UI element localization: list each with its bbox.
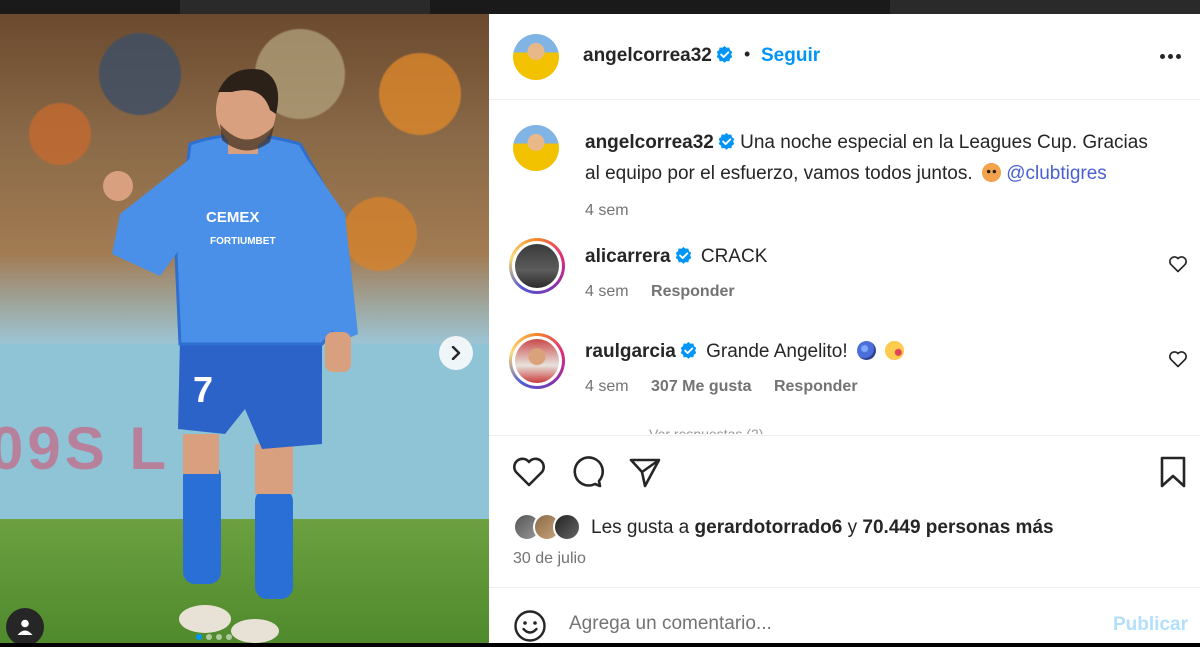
author-name-row: angelcorrea32 xyxy=(583,45,733,67)
post-actions: Les gusta a gerardotorrado6 y 70.449 per… xyxy=(489,435,1200,645)
comment-input[interactable] xyxy=(569,606,1089,642)
comment-text: CRACK xyxy=(700,246,768,267)
chevron-right-icon xyxy=(451,346,461,360)
verified-icon xyxy=(675,247,691,264)
carousel-dot xyxy=(226,634,232,640)
kiss-emoji-icon xyxy=(885,341,905,360)
comment-time: 4 sem xyxy=(585,378,629,395)
caption-text-block: angelcorrea32 Una noche especial en la L… xyxy=(585,127,1165,189)
commenter-username[interactable]: raulgarcia xyxy=(585,341,676,362)
more-options-button[interactable] xyxy=(1157,46,1183,66)
liker-username[interactable]: gerardotorrado6 xyxy=(695,517,843,538)
author-username[interactable]: angelcorrea32 xyxy=(583,45,712,66)
player-right-boot xyxy=(231,619,279,643)
user-tag-icon xyxy=(17,619,33,635)
caption-mention-link[interactable]: @clubtigres xyxy=(1006,163,1107,184)
emoji-picker-button[interactable] xyxy=(513,609,547,643)
header-separator: • xyxy=(744,44,751,64)
carousel-dot xyxy=(216,634,222,640)
publish-button[interactable]: Publicar xyxy=(1113,614,1188,636)
carousel-indicators xyxy=(196,634,232,640)
comment-icon xyxy=(573,456,604,488)
commenter-username[interactable]: alicarrera xyxy=(585,246,671,267)
comments-list[interactable]: angelcorrea32 Una noche especial en la L… xyxy=(489,101,1200,435)
caption-author-username[interactable]: angelcorrea32 xyxy=(585,132,714,153)
comment-meta: 4 sem Responder xyxy=(585,283,735,301)
post-details-panel: angelcorrea32 • Seguir angelcorrea32 Una… xyxy=(489,14,1200,643)
comment-text: Grande Angelito! xyxy=(706,341,848,362)
view-replies-link[interactable]: Ver respuestas (2) xyxy=(649,426,763,434)
caption-time: 4 sem xyxy=(585,202,629,219)
carousel-dot xyxy=(206,634,212,640)
like-comment-button[interactable] xyxy=(1167,254,1189,276)
verified-icon xyxy=(718,133,735,150)
save-button[interactable] xyxy=(1155,454,1191,490)
likes-text: Les gusta a gerardotorrado6 y 70.449 per… xyxy=(591,517,1054,539)
like-button[interactable] xyxy=(511,454,547,490)
jersey-sponsor-2: FORTIUMBET xyxy=(210,236,276,247)
comment-composer: Publicar xyxy=(489,587,1200,647)
comment-likes[interactable]: 307 Me gusta xyxy=(651,378,751,395)
next-media-button[interactable] xyxy=(439,336,473,370)
player-left-boot xyxy=(179,605,231,633)
player-right-knee xyxy=(255,444,293,494)
verified-icon xyxy=(716,46,733,63)
likes-prefix: Les gusta a xyxy=(591,517,690,538)
soccer-ball-emoji-icon xyxy=(856,341,876,360)
share-icon xyxy=(629,458,661,488)
player-hand xyxy=(325,332,351,372)
reply-button[interactable]: Responder xyxy=(774,378,858,396)
player-left-knee xyxy=(183,434,219,474)
more-icon xyxy=(1159,53,1165,59)
heart-icon xyxy=(513,457,545,487)
smile-icon xyxy=(514,610,546,642)
heart-icon xyxy=(1169,351,1187,368)
player-left-sock xyxy=(183,464,221,584)
verified-icon xyxy=(680,342,697,359)
top-strip-segment xyxy=(890,0,1200,14)
tiger-emoji-icon xyxy=(981,163,1001,182)
post-header: angelcorrea32 • Seguir xyxy=(489,14,1200,100)
comment-line: raulgarcia Grande Angelito! xyxy=(585,341,905,363)
jersey-sponsor: CEMEX xyxy=(206,209,259,226)
carousel-dot xyxy=(196,634,202,640)
share-button[interactable] xyxy=(627,454,663,490)
follow-button[interactable]: Seguir xyxy=(761,45,820,67)
heart-icon xyxy=(1169,256,1187,273)
save-icon xyxy=(1160,456,1186,488)
liker-avatar xyxy=(553,513,581,541)
comment-button[interactable] xyxy=(569,454,605,490)
post-media[interactable]: 09S L 7 CEMEX FORTIUMBET xyxy=(0,14,489,643)
player-fist xyxy=(103,171,133,201)
caption-author-avatar[interactable] xyxy=(513,125,559,171)
jersey-number-shorts: 7 xyxy=(193,369,213,410)
comment-line: alicarrera CRACK xyxy=(585,246,767,268)
post-date: 30 de julio xyxy=(513,550,586,567)
commenter-avatar[interactable] xyxy=(509,333,565,389)
tagged-users-button[interactable] xyxy=(6,608,44,643)
author-avatar[interactable] xyxy=(513,34,559,80)
player-image: 7 CEMEX FORTIUMBET xyxy=(103,68,358,643)
top-strip-segment xyxy=(180,0,430,14)
player-right-sock xyxy=(255,489,293,599)
likes-others[interactable]: 70.449 personas más xyxy=(862,517,1053,538)
like-comment-button[interactable] xyxy=(1167,349,1189,371)
comment-meta: 4 sem 307 Me gusta Responder xyxy=(585,378,858,396)
likes-joiner: y xyxy=(847,517,858,538)
commenter-avatar[interactable] xyxy=(509,238,565,294)
browser-top-strip xyxy=(0,0,1200,14)
reply-button[interactable]: Responder xyxy=(651,283,735,301)
comment-time: 4 sem xyxy=(585,283,629,300)
